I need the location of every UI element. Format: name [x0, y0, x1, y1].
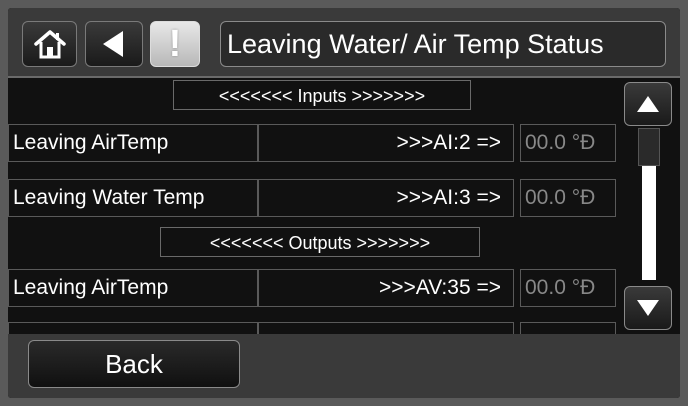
row-label: Leaving Water Temp: [8, 179, 258, 217]
list-item-partial: [8, 322, 618, 334]
scroll-thumb[interactable]: [638, 128, 660, 166]
home-button[interactable]: [22, 21, 77, 67]
header-bar: ! Leaving Water/ Air Temp Status: [8, 8, 680, 78]
row-value: [520, 322, 616, 334]
page-title: Leaving Water/ Air Temp Status: [220, 21, 666, 67]
alert-icon: !: [168, 23, 182, 65]
back-button[interactable]: Back: [28, 340, 240, 388]
outputs-section-header: <<<<<<< Outputs >>>>>>>: [160, 227, 480, 257]
scroll-up-button[interactable]: [624, 82, 672, 126]
list-item: Leaving AirTemp >>>AV:35 => 00.0 °Ð: [8, 269, 618, 307]
home-icon: [33, 30, 66, 59]
footer-bar: Back: [8, 334, 680, 398]
row-source: >>>AI:3 =>: [258, 179, 514, 217]
row-label: Leaving AirTemp: [8, 269, 258, 307]
row-source: >>>AV:35 =>: [258, 269, 514, 307]
row-value: 00.0 °Ð: [520, 124, 616, 162]
inputs-section-header: <<<<<<< Inputs >>>>>>>: [173, 80, 471, 110]
alarm-button[interactable]: !: [150, 21, 200, 67]
scroll-down-button[interactable]: [624, 286, 672, 330]
row-value: 00.0 °Ð: [520, 269, 616, 307]
row-value: 00.0 °Ð: [520, 179, 616, 217]
hmi-screen: ! Leaving Water/ Air Temp Status <<<<<<<…: [8, 8, 680, 398]
back-arrow-icon: [103, 31, 123, 57]
row-label: [8, 322, 258, 334]
row-source: >>>AI:2 =>: [258, 124, 514, 162]
list-item: Leaving Water Temp >>>AI:3 => 00.0 °Ð: [8, 179, 618, 217]
list-item: Leaving AirTemp >>>AI:2 => 00.0 °Ð: [8, 124, 618, 162]
scroll-down-icon: [637, 300, 659, 316]
row-source: [258, 322, 514, 334]
scroll-up-icon: [637, 96, 659, 112]
scrollbar[interactable]: [620, 78, 676, 334]
row-label: Leaving AirTemp: [8, 124, 258, 162]
status-list: <<<<<<< Inputs >>>>>>> Leaving AirTemp >…: [8, 78, 618, 334]
back-nav-button[interactable]: [85, 21, 143, 67]
